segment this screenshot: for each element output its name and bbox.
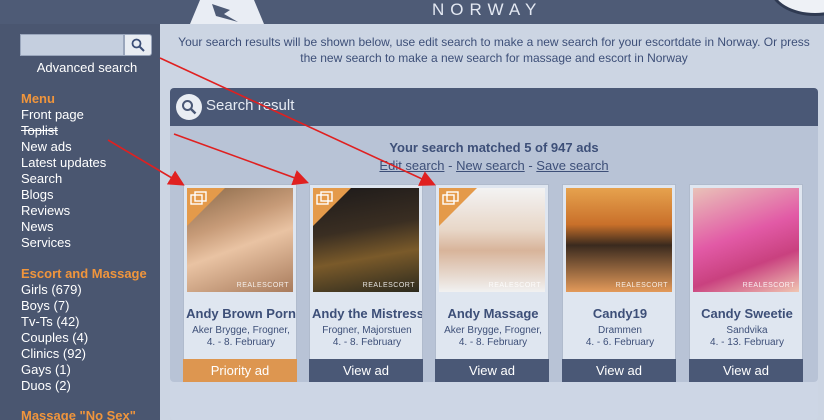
escort-list: Girls (679) Boys (7) Tv-Ts (42) Couples …	[21, 282, 88, 394]
search-icon	[131, 38, 145, 52]
ad-location: Drammen	[598, 325, 642, 336]
priority-ad-button[interactable]: Priority ad	[183, 359, 297, 382]
watermark: REALESCORT	[488, 282, 541, 289]
photos-icon	[316, 191, 333, 205]
menu-item-front-page[interactable]: Front page	[21, 107, 106, 123]
ad-card[interactable]: REALESCORT Andy Brown Porn Aker Brygge, …	[183, 184, 297, 382]
ad-photo[interactable]: REALESCORT	[313, 188, 419, 292]
ad-dates: 4. - 8. February	[206, 337, 276, 348]
ad-card[interactable]: REALESCORT Andy Massage Aker Brygge, Fro…	[435, 184, 549, 382]
ad-location: Frogner, Majorstuen	[322, 325, 412, 336]
search-input[interactable]	[20, 34, 124, 56]
escort-item-gays[interactable]: Gays (1)	[21, 362, 88, 378]
edit-search-link[interactable]: Edit search	[379, 158, 444, 173]
watermark: REALESCORT	[742, 282, 795, 289]
watermark: REALESCORT	[362, 282, 415, 289]
ad-card[interactable]: REALESCORT Andy the Mistress Frogner, Ma…	[309, 184, 423, 382]
ad-location: Aker Brygge, Frogner,	[444, 325, 542, 336]
search-button[interactable]	[124, 34, 152, 56]
escort-item-boys[interactable]: Boys (7)	[21, 298, 88, 314]
advanced-search-link[interactable]: Advanced search	[20, 60, 154, 75]
ad-dates: 4. - 8. February	[458, 337, 528, 348]
menu-item-news[interactable]: News	[21, 219, 106, 235]
watermark: REALESCORT	[236, 282, 289, 289]
ad-name[interactable]: Candy19	[565, 306, 675, 321]
ad-card[interactable]: REALESCORT Candy Sweetie Sandvika 4. - 1…	[689, 184, 803, 382]
escort-item-duos[interactable]: Duos (2)	[21, 378, 88, 394]
menu-item-blogs[interactable]: Blogs	[21, 187, 106, 203]
ad-photo[interactable]: REALESCORT	[439, 188, 545, 292]
corner-badge	[770, 0, 824, 16]
escort-item-girls[interactable]: Girls (679)	[21, 282, 88, 298]
ad-dates: 4. - 13. February	[710, 337, 784, 348]
menu-item-reviews[interactable]: Reviews	[21, 203, 106, 219]
menu-item-search[interactable]: Search	[21, 171, 106, 187]
menu-list: Front page Toplist New ads Latest update…	[21, 107, 106, 251]
sidebar: Advanced search Menu Front page Toplist …	[0, 24, 160, 420]
save-search-link[interactable]: Save search	[536, 158, 608, 173]
brand-title: NORWAY	[432, 0, 543, 19]
new-search-link[interactable]: New search	[456, 158, 525, 173]
ad-dates: 4. - 8. February	[332, 337, 402, 348]
menu-item-services[interactable]: Services	[21, 235, 106, 251]
main-content: Your search results will be shown below,…	[160, 24, 824, 420]
escort-item-clinics[interactable]: Clinics (92)	[21, 346, 88, 362]
magnifier-icon	[176, 94, 202, 120]
photos-icon	[190, 191, 207, 205]
menu-item-toplist[interactable]: Toplist	[21, 123, 106, 139]
link-separator: -	[448, 158, 453, 173]
escort-item-tvts[interactable]: Tv-Ts (42)	[21, 314, 88, 330]
ad-photo[interactable]: REALESCORT	[693, 188, 799, 292]
watermark: REALESCORT	[615, 282, 668, 289]
ad-dates: 4. - 6. February	[585, 337, 655, 348]
escort-heading: Escort and Massage	[21, 266, 147, 281]
menu-heading: Menu	[21, 91, 55, 106]
logo-bird-icon	[190, 0, 264, 24]
ad-name[interactable]: Andy Massage	[438, 306, 548, 321]
match-summary: Your search matched 5 of 947 ads	[389, 140, 599, 155]
view-ad-button[interactable]: View ad	[562, 359, 676, 382]
photos-icon	[442, 191, 459, 205]
ad-name[interactable]: Andy Brown Porn	[186, 306, 296, 321]
escort-item-couples[interactable]: Couples (4)	[21, 330, 88, 346]
ad-location: Sandvika	[726, 325, 768, 336]
view-ad-button[interactable]: View ad	[309, 359, 423, 382]
menu-item-latest-updates[interactable]: Latest updates	[21, 155, 106, 171]
panel-title: Search result	[206, 97, 295, 114]
top-header: NORWAY	[0, 0, 824, 24]
ad-name[interactable]: Andy the Mistress	[312, 306, 422, 321]
menu-item-new-ads[interactable]: New ads	[21, 139, 106, 155]
search-links: Edit search - New search - Save search	[170, 158, 818, 173]
nosex-heading: Massage "No Sex"	[21, 408, 136, 420]
ad-name[interactable]: Candy Sweetie	[692, 306, 802, 321]
link-separator: -	[528, 158, 533, 173]
view-ad-button[interactable]: View ad	[435, 359, 549, 382]
panel-header: Search result	[170, 88, 818, 126]
info-text: Your search results will be shown below,…	[178, 35, 810, 65]
ad-photo[interactable]: REALESCORT	[566, 188, 672, 292]
view-ad-button[interactable]: View ad	[689, 359, 803, 382]
ad-photo[interactable]: REALESCORT	[187, 188, 293, 292]
ad-location: Aker Brygge, Frogner,	[192, 325, 290, 336]
ad-card[interactable]: REALESCORT Candy19 Drammen 4. - 6. Febru…	[562, 184, 676, 382]
